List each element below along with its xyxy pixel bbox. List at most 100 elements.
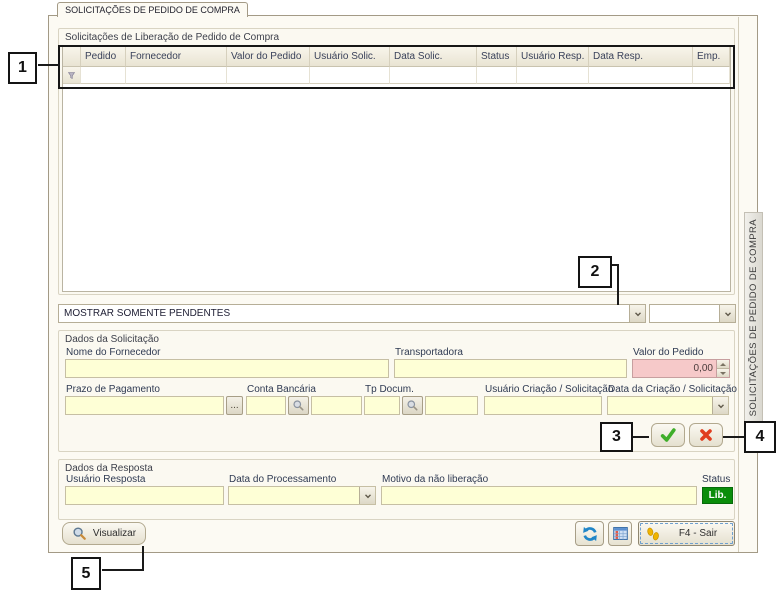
grid-col-data-resp[interactable]: Data Resp. xyxy=(589,47,693,67)
approve-button[interactable] xyxy=(651,423,685,447)
creation-user-input[interactable] xyxy=(484,396,602,415)
company-filter-dropdown-button[interactable] xyxy=(719,305,735,322)
response-group-title: Dados da Resposta xyxy=(65,463,153,474)
grid-col-usuario-solic[interactable]: Usuário Solic. xyxy=(310,47,390,67)
status-label: Status xyxy=(702,474,730,485)
creation-date-label: Data da Criação / Solicitação xyxy=(608,384,737,395)
grid-col-usuario-resp[interactable]: Usuário Resp. xyxy=(517,47,589,67)
grid-col-emp[interactable]: Emp. xyxy=(693,47,730,67)
x-icon xyxy=(698,427,714,443)
supplier-label: Nome do Fornecedor xyxy=(66,347,161,358)
footprints-icon xyxy=(644,525,662,543)
ellipsis-icon: ... xyxy=(230,400,238,411)
creation-date-combobox[interactable] xyxy=(607,396,729,415)
funnel-icon xyxy=(67,71,76,80)
carrier-label: Transportadora xyxy=(395,347,463,358)
creation-date-dropdown-button[interactable] xyxy=(712,397,728,414)
grid-header-row: Pedido Fornecedor Valor do Pedido Usuári… xyxy=(63,47,730,67)
response-user-input[interactable] xyxy=(65,486,224,505)
grid-icon xyxy=(612,525,629,542)
callout-1: 1 xyxy=(8,52,37,84)
bank-account-search-button[interactable] xyxy=(288,396,309,415)
callout-5: 5 xyxy=(71,557,101,590)
window-inner-divider xyxy=(738,17,739,552)
check-icon xyxy=(659,426,677,444)
chevron-down-icon xyxy=(716,401,726,411)
arrow-up-icon xyxy=(720,363,726,366)
payment-term-label: Prazo de Pagamento xyxy=(66,384,160,395)
creation-user-label: Usuário Criação / Solicitação xyxy=(485,384,613,395)
grid-filter-row xyxy=(63,67,730,84)
pending-filter-value: MOSTRAR SOMENTE PENDENTES xyxy=(59,308,629,319)
response-user-label: Usuário Resposta xyxy=(66,474,145,485)
filter-cell-fornecedor[interactable] xyxy=(126,67,227,84)
doc-type-label: Tp Docum. xyxy=(365,384,414,395)
pending-filter-combobox[interactable]: MOSTRAR SOMENTE PENDENTES xyxy=(58,304,646,323)
payment-term-lookup-button[interactable]: ... xyxy=(226,396,243,415)
doc-type-search-button[interactable] xyxy=(402,396,423,415)
side-tab-label: SOLICITAÇÕES DE PEDIDO DE COMPRA xyxy=(748,219,759,416)
spin-down-button[interactable] xyxy=(717,369,729,377)
rejection-reason-input[interactable] xyxy=(381,486,697,505)
response-groupbox: Dados da Resposta Usuário Resposta Data … xyxy=(58,459,735,520)
reject-button[interactable] xyxy=(689,423,723,447)
carrier-input[interactable] xyxy=(394,359,627,378)
doc-type-name-input[interactable] xyxy=(425,396,478,415)
bank-account-name-input[interactable] xyxy=(311,396,362,415)
grid-view-button[interactable] xyxy=(608,521,632,546)
grid-col-fornecedor[interactable]: Fornecedor xyxy=(126,47,227,67)
exit-button[interactable]: F4 - Sair xyxy=(638,521,735,546)
bank-account-label: Conta Bancária xyxy=(247,384,316,395)
request-groupbox: Dados da Solicitação Nome do Fornecedor … xyxy=(58,330,735,452)
grid-col-valor-pedido[interactable]: Valor do Pedido xyxy=(227,47,310,67)
rejection-reason-label: Motivo da não liberação xyxy=(382,474,488,485)
filter-cell-data-solic[interactable] xyxy=(390,67,477,84)
payment-term-input[interactable] xyxy=(65,396,224,415)
exit-label: F4 - Sair xyxy=(662,528,734,539)
visualize-button[interactable]: Visualizar xyxy=(62,522,146,545)
callout-4: 4 xyxy=(744,421,776,453)
grid-groupbox: Solicitações de Liberação de Pedido de C… xyxy=(58,28,735,295)
processing-date-dropdown-button[interactable] xyxy=(359,487,375,504)
order-value-input[interactable]: 0,00 xyxy=(632,359,730,378)
filter-cell-pedido[interactable] xyxy=(81,67,126,84)
magnifier-icon xyxy=(406,399,419,412)
filter-cell-status[interactable] xyxy=(477,67,517,84)
callout-3: 3 xyxy=(600,422,633,452)
request-group-title: Dados da Solicitação xyxy=(65,334,159,345)
filter-cell-usuario-resp[interactable] xyxy=(517,67,589,84)
supplier-input[interactable] xyxy=(65,359,389,378)
grid-col-data-solic[interactable]: Data Solic. xyxy=(390,47,477,67)
filter-cell-data-resp[interactable] xyxy=(589,67,693,84)
refresh-button[interactable] xyxy=(575,521,604,546)
side-tab-solicitacoes-pedido-compra[interactable]: SOLICITAÇÕES DE PEDIDO DE COMPRA xyxy=(744,212,763,424)
spin-up-button[interactable] xyxy=(717,360,729,369)
order-value-text: 0,00 xyxy=(633,363,716,374)
company-filter-combobox[interactable] xyxy=(649,304,736,323)
arrow-down-icon xyxy=(720,372,726,375)
callout-2: 2 xyxy=(578,256,612,288)
bank-account-code-input[interactable] xyxy=(246,396,286,415)
chevron-down-icon xyxy=(633,309,643,319)
filter-cell-usuario-solic[interactable] xyxy=(310,67,390,84)
grid-col-pedido[interactable]: Pedido xyxy=(81,47,126,67)
order-value-spinner xyxy=(716,360,729,377)
orders-grid: Pedido Fornecedor Valor do Pedido Usuári… xyxy=(62,46,731,292)
order-value-label: Valor do Pedido xyxy=(633,347,703,358)
processing-date-combobox[interactable] xyxy=(228,486,376,505)
status-badge: Lib. xyxy=(702,487,733,504)
grid-filter-gutter[interactable] xyxy=(63,67,81,84)
pending-filter-dropdown-button[interactable] xyxy=(629,305,645,322)
tab-solicitacoes-pedido-compra[interactable]: SOLICITAÇÕES DE PEDIDO DE COMPRA xyxy=(57,2,248,17)
doc-type-code-input[interactable] xyxy=(364,396,400,415)
filter-cell-valor[interactable] xyxy=(227,67,310,84)
filter-cell-emp[interactable] xyxy=(693,67,730,84)
chevron-down-icon xyxy=(723,309,733,319)
chevron-down-icon xyxy=(363,491,373,501)
grid-col-status[interactable]: Status xyxy=(477,47,517,67)
tab-label: SOLICITAÇÕES DE PEDIDO DE COMPRA xyxy=(65,5,240,15)
magnifier-icon xyxy=(292,399,305,412)
refresh-icon xyxy=(581,525,599,543)
grid-group-title: Solicitações de Liberação de Pedido de C… xyxy=(65,32,279,43)
visualize-label: Visualizar xyxy=(93,528,136,539)
